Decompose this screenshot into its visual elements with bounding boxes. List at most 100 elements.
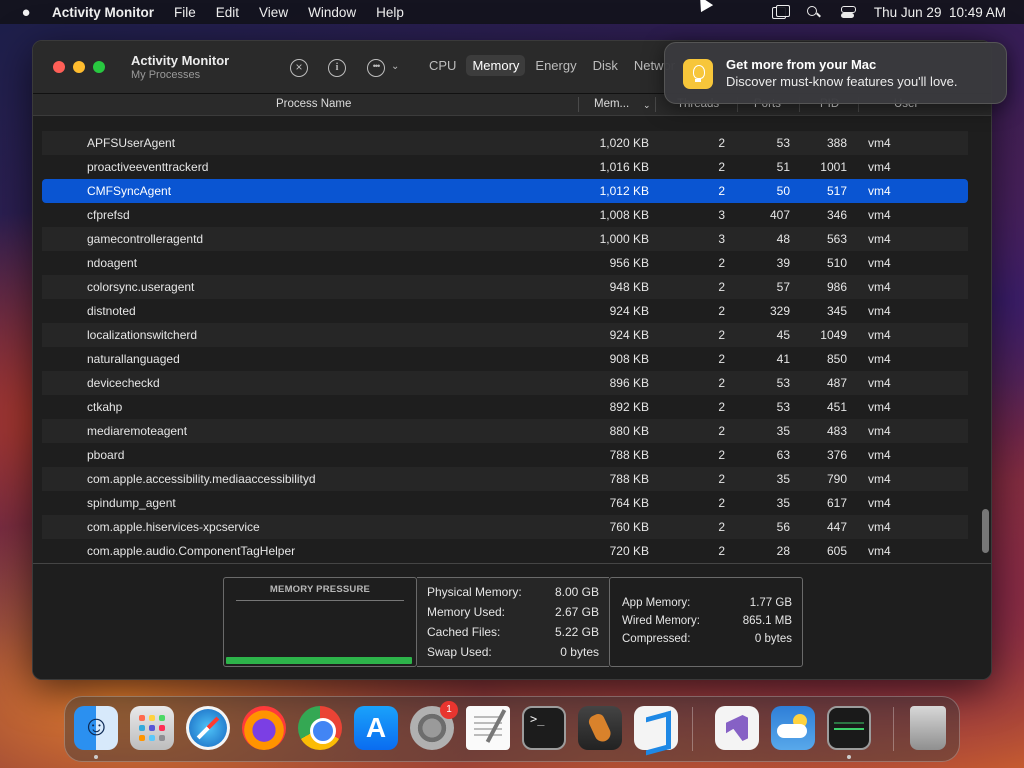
table-row[interactable]: com.apple.accessibility.mediaaccessibili… bbox=[42, 467, 968, 491]
table-row[interactable]: proactiveeventtrackerd 1,016 KB 2 51 1001 vm4 bbox=[42, 155, 968, 179]
process-name-cell: APFSUserAgent bbox=[87, 136, 176, 150]
table-row[interactable]: ndoagent 956 KB 2 39 510 vm4 bbox=[42, 251, 968, 275]
memory-cell: 764 KB bbox=[609, 496, 649, 510]
menu-window[interactable]: Window bbox=[308, 5, 356, 20]
zoom-window-button[interactable] bbox=[93, 61, 105, 73]
table-row[interactable]: mediaremoteagent 880 KB 2 35 483 vm4 bbox=[42, 419, 968, 443]
user-cell: vm4 bbox=[868, 304, 891, 318]
process-name-cell: colorsync.useragent bbox=[87, 280, 195, 294]
column-divider[interactable] bbox=[578, 97, 579, 112]
user-cell: vm4 bbox=[868, 496, 891, 510]
process-name-cell: pboard bbox=[87, 448, 125, 462]
screen-mirroring-icon[interactable] bbox=[771, 5, 790, 19]
table-row-selected[interactable]: CMFSyncAgent 1,012 KB 2 50 517 vm4 bbox=[42, 179, 968, 203]
memory-stat-label: Wired Memory: bbox=[622, 615, 700, 627]
dock-separator bbox=[692, 707, 693, 751]
table-row[interactable]: distnoted 924 KB 2 329 345 vm4 bbox=[42, 299, 968, 323]
memory-stat-row: Physical Memory: 8.00 GB bbox=[427, 585, 599, 599]
apple-menu-icon[interactable]: ● bbox=[0, 4, 52, 21]
memory-stat-value: 0 bytes bbox=[754, 633, 792, 645]
spotlight-search-icon[interactable] bbox=[806, 5, 822, 19]
notification-title: Get more from your Mac bbox=[726, 57, 877, 72]
weather-icon[interactable] bbox=[771, 706, 815, 750]
memory-cell: 880 KB bbox=[609, 424, 649, 438]
process-name-cell: ndoagent bbox=[87, 256, 138, 270]
tab-memory[interactable]: Memory bbox=[466, 55, 526, 76]
textedit-icon[interactable] bbox=[466, 706, 510, 750]
table-scrollbar[interactable] bbox=[980, 113, 991, 563]
trash-icon[interactable] bbox=[910, 706, 946, 750]
menu-view[interactable]: View bbox=[259, 5, 288, 20]
pid-cell: 517 bbox=[826, 184, 847, 198]
sort-descending-icon[interactable]: ⌄ bbox=[643, 100, 651, 111]
process-name-cell: localizationswitcherd bbox=[87, 328, 198, 342]
user-cell: vm4 bbox=[868, 256, 891, 270]
menu-clock[interactable]: Thu Jun 29 10:49 AM bbox=[874, 5, 1006, 20]
notification-body: Discover must-know features you'll love. bbox=[726, 74, 958, 89]
user-cell: vm4 bbox=[868, 352, 891, 366]
pid-cell: 510 bbox=[826, 256, 847, 270]
vscode-icon[interactable] bbox=[634, 706, 678, 750]
table-row[interactable]: spindump_agent 764 KB 2 35 617 vm4 bbox=[42, 491, 968, 515]
process-name-cell: naturallanguaged bbox=[87, 352, 180, 366]
ports-cell: 39 bbox=[776, 256, 790, 270]
table-row[interactable]: devicecheckd 896 KB 2 53 487 vm4 bbox=[42, 371, 968, 395]
notification-banner[interactable]: Get more from your Mac Discover must-kno… bbox=[664, 42, 1007, 104]
tab-energy[interactable]: Energy bbox=[529, 55, 582, 76]
firefox-icon[interactable] bbox=[242, 706, 286, 750]
table-row[interactable]: ctkahp 892 KB 2 53 451 vm4 bbox=[42, 395, 968, 419]
table-row[interactable]: localizationswitcherd 924 KB 2 45 1049 vm4 bbox=[42, 323, 968, 347]
chevron-down-icon[interactable]: ⌄ bbox=[391, 61, 399, 72]
more-actions-icon[interactable]: ••• bbox=[367, 59, 385, 77]
safari-icon[interactable] bbox=[186, 706, 230, 750]
window-subtitle[interactable]: My Processes bbox=[131, 69, 229, 81]
window-title: Activity Monitor bbox=[131, 53, 230, 68]
user-cell: vm4 bbox=[868, 328, 891, 342]
table-row[interactable]: colorsync.useragent 948 KB 2 57 986 vm4 bbox=[42, 275, 968, 299]
pid-cell: 376 bbox=[826, 448, 847, 462]
launchpad-icon[interactable] bbox=[130, 706, 174, 750]
table-row[interactable]: naturallanguaged 908 KB 2 41 850 vm4 bbox=[42, 347, 968, 371]
visual-studio-icon[interactable] bbox=[715, 706, 759, 750]
menu-edit[interactable]: Edit bbox=[216, 5, 239, 20]
tab-cpu[interactable]: CPU bbox=[423, 55, 462, 76]
menu-app-name[interactable]: Activity Monitor bbox=[52, 5, 154, 20]
table-row[interactable]: pboard 788 KB 2 63 376 vm4 bbox=[42, 443, 968, 467]
memory-pressure-bar-track bbox=[226, 657, 412, 664]
table-row[interactable]: gamecontrolleragentd 1,000 KB 3 48 563 vm4 bbox=[42, 227, 968, 251]
tab-bar: CPU Memory Energy Disk Networ bbox=[423, 55, 681, 76]
column-header-process-name[interactable]: Process Name bbox=[276, 98, 351, 110]
activity-monitor-icon[interactable] bbox=[827, 706, 871, 750]
threads-cell: 2 bbox=[718, 496, 725, 510]
table-row[interactable]: com.apple.hiservices-xpcservice 760 KB 2 56… bbox=[42, 515, 968, 539]
table-row[interactable]: com.apple.audio.ComponentTagHelper 720 KB… bbox=[42, 539, 968, 561]
threads-cell: 2 bbox=[718, 448, 725, 462]
column-divider[interactable] bbox=[655, 97, 656, 112]
info-icon[interactable]: i bbox=[328, 59, 346, 77]
menu-file[interactable]: File bbox=[174, 5, 196, 20]
memory-stat-value: 1.77 GB bbox=[749, 597, 792, 609]
threads-cell: 2 bbox=[718, 304, 725, 318]
user-cell: vm4 bbox=[868, 544, 891, 558]
table-row[interactable]: cfprefsd 1,008 KB 3 407 346 vm4 bbox=[42, 203, 968, 227]
ports-cell: 407 bbox=[769, 208, 790, 222]
terminal-icon[interactable] bbox=[522, 706, 566, 750]
close-window-button[interactable] bbox=[53, 61, 65, 73]
stop-process-icon[interactable]: × bbox=[290, 59, 308, 77]
process-name-cell: ctkahp bbox=[87, 400, 123, 414]
ports-cell: 53 bbox=[776, 136, 790, 150]
memory-cell: 1,000 KB bbox=[599, 232, 649, 246]
user-cell: vm4 bbox=[868, 400, 891, 414]
tab-disk[interactable]: Disk bbox=[587, 55, 624, 76]
minimize-window-button[interactable] bbox=[73, 61, 85, 73]
chrome-icon[interactable] bbox=[298, 706, 342, 750]
control-center-icon[interactable] bbox=[840, 5, 856, 19]
garageband-icon[interactable] bbox=[578, 706, 622, 750]
app-store-icon[interactable] bbox=[354, 706, 398, 750]
column-header-memory[interactable]: Mem... bbox=[594, 98, 629, 110]
process-name-cell: distnoted bbox=[87, 304, 136, 318]
menu-help[interactable]: Help bbox=[376, 5, 404, 20]
finder-icon[interactable] bbox=[74, 706, 118, 750]
scrollbar-thumb[interactable] bbox=[982, 509, 989, 553]
table-row[interactable]: APFSUserAgent 1,020 KB 2 53 388 vm4 bbox=[42, 131, 968, 155]
